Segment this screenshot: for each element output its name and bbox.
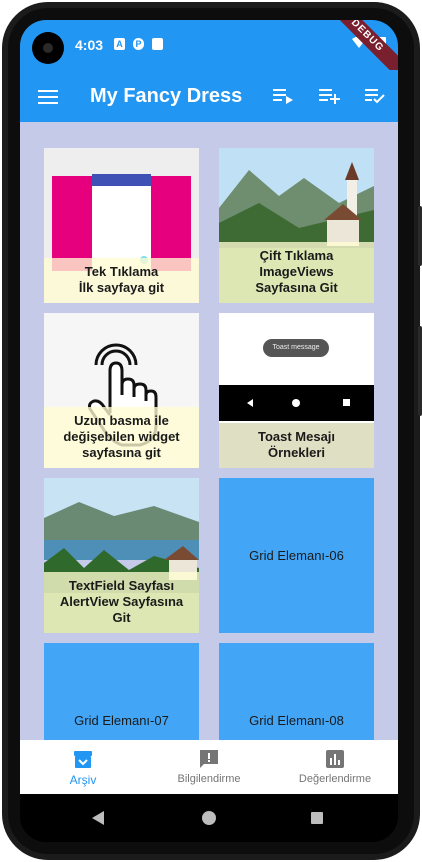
tile-label: Uzun basma ile değişebilen widget sayfas… xyxy=(44,407,199,468)
grid-tile-7[interactable]: Grid Elemanı-07 xyxy=(44,643,199,740)
volume-button xyxy=(418,206,422,266)
grid-tile-3[interactable]: Uzun basma ile değişebilen widget sayfas… xyxy=(44,313,199,468)
power-button xyxy=(418,326,422,416)
status-bar: 4:03 A P DEBUG xyxy=(20,20,398,81)
grid-tile-2[interactable]: Çift Tıklama ImageViews Sayfasına Git xyxy=(219,148,374,303)
tile-label: TextField Sayfası AlertView Sayfasına Gi… xyxy=(44,572,199,633)
tile-label: Grid Elemanı-07 xyxy=(74,713,169,728)
bar-chart-icon xyxy=(326,750,344,768)
nav-preview-bar xyxy=(219,385,374,421)
app-bar: My Fancy Dress xyxy=(20,70,398,122)
grid-tile-4[interactable]: Toast message Toast Mesajı Örnekleri xyxy=(219,313,374,468)
screen: 4:03 A P DEBUG My Fancy Dress Tek Tıklam… xyxy=(20,20,398,842)
page-title: My Fancy Dress xyxy=(90,85,243,107)
feedback-icon xyxy=(200,750,218,768)
nav-item-degerlendirme[interactable]: Değerlendirme xyxy=(272,740,398,794)
tile-label: Toast Mesajı Örnekleri xyxy=(219,423,374,468)
grid-tile-1[interactable]: Tek Tıklama İlk sayfaya git xyxy=(44,148,199,303)
sd-card-icon xyxy=(152,38,163,50)
tile-label: Tek Tıklama İlk sayfaya git xyxy=(44,258,199,303)
grid-tile-8[interactable]: Grid Elemanı-08 xyxy=(219,643,374,740)
menu-icon[interactable] xyxy=(38,90,58,104)
nav-item-bilgilendirme[interactable]: Bilgilendirme xyxy=(146,740,272,794)
nav-label: Bilgilendirme xyxy=(177,773,241,785)
camera-cutout xyxy=(32,32,64,64)
recents-icon[interactable] xyxy=(311,812,323,824)
grid-tile-5[interactable]: TextField Sayfası AlertView Sayfasına Gi… xyxy=(44,478,199,633)
home-icon[interactable] xyxy=(202,811,216,825)
notification-p-icon: P xyxy=(133,38,144,50)
toast-message: Toast message xyxy=(263,339,329,357)
tile-label: Grid Elemanı-08 xyxy=(249,713,344,728)
nav-label: Değerlendirme xyxy=(298,773,372,785)
nav-item-arsiv[interactable]: Arşiv xyxy=(20,740,146,794)
system-navigation-bar xyxy=(20,794,398,842)
nav-preview-icon xyxy=(247,399,350,407)
tile-label: Grid Elemanı-06 xyxy=(249,548,344,563)
playlist-check-icon[interactable] xyxy=(364,86,386,106)
nav-label: Arşiv xyxy=(69,773,97,787)
bottom-navigation: Arşiv Bilgilendirme Değerlendirme xyxy=(20,740,398,794)
grid-tile-6[interactable]: Grid Elemanı-06 xyxy=(219,478,374,633)
notification-a-icon: A xyxy=(114,38,125,50)
phone-device: 4:03 A P DEBUG My Fancy Dress Tek Tıklam… xyxy=(0,0,422,862)
status-time: 4:03 xyxy=(75,37,104,53)
archive-icon xyxy=(74,751,92,768)
back-icon[interactable] xyxy=(92,811,104,825)
playlist-play-icon[interactable] xyxy=(272,86,294,106)
tile-label: Çift Tıklama ImageViews Sayfasına Git xyxy=(219,242,374,303)
grid-view: Tek Tıklama İlk sayfaya git Çift Tıklama… xyxy=(20,122,398,740)
playlist-add-icon[interactable] xyxy=(318,86,340,106)
